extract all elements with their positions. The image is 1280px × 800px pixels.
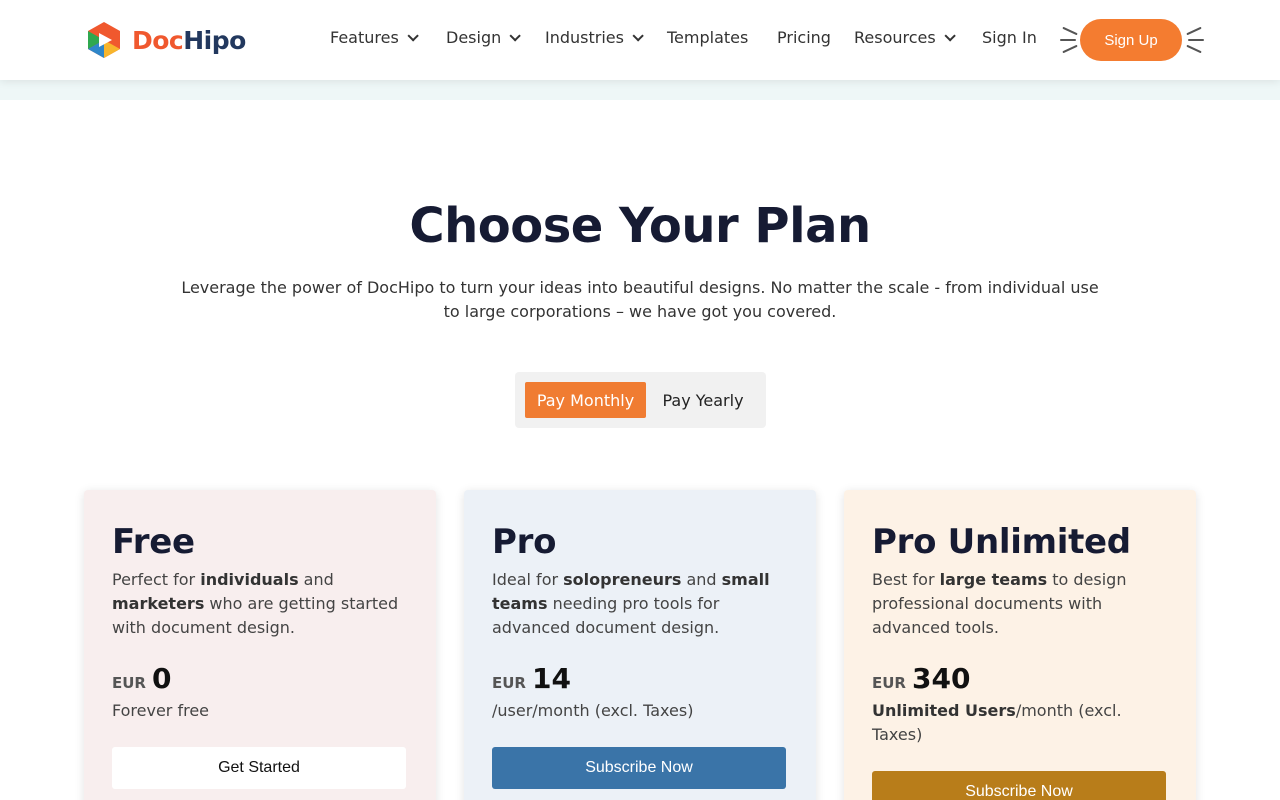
price-note-text: Forever free bbox=[112, 701, 210, 720]
nav-resources[interactable]: Resources bbox=[854, 28, 956, 47]
price-note: Unlimited Users/month (excl. Taxes) bbox=[872, 699, 1168, 747]
plan-desc-text: and bbox=[681, 570, 722, 589]
nav-design[interactable]: Design bbox=[446, 28, 522, 47]
nav-resources-label: Resources bbox=[854, 28, 936, 47]
plan-description: Ideal for solopreneurs and small teams n… bbox=[492, 568, 788, 640]
sign-in-label: Sign In bbox=[982, 28, 1037, 47]
chevron-down-icon bbox=[509, 29, 522, 42]
dochipo-play-icon bbox=[88, 22, 120, 58]
plan-desc-bold: solopreneurs bbox=[563, 570, 682, 589]
price-amount: 0 bbox=[151, 662, 172, 695]
header-divider-strip bbox=[0, 80, 1280, 100]
price-note-text: /user/month (excl. Taxes) bbox=[492, 701, 694, 720]
burst-line-icon bbox=[1062, 26, 1078, 36]
price-currency: EUR bbox=[112, 674, 146, 692]
brand-name-part2: Hipo bbox=[183, 25, 246, 55]
plan-desc-text: and bbox=[298, 570, 334, 589]
plan-description: Best for large teams to design professio… bbox=[872, 568, 1168, 640]
price-row: EUR 340 bbox=[872, 662, 1168, 695]
brand-logo[interactable]: DocHipo bbox=[84, 19, 246, 61]
brand-name: DocHipo bbox=[132, 26, 246, 55]
billing-toggle: Pay Monthly Pay Yearly bbox=[515, 372, 766, 428]
nav-sign-in[interactable]: Sign In bbox=[982, 28, 1037, 47]
price-note: Forever free bbox=[112, 699, 408, 723]
plan-desc-bold: marketers bbox=[112, 594, 205, 613]
chevron-down-icon bbox=[407, 29, 419, 42]
price-row: EUR 0 bbox=[112, 662, 408, 695]
subscribe-pro-unlimited-button[interactable]: Subscribe Now bbox=[872, 771, 1166, 800]
plan-desc-text: Ideal for bbox=[492, 570, 564, 589]
plan-desc-bold: large teams bbox=[939, 570, 1048, 589]
plan-card-pro: Pro Ideal for solopreneurs and small tea… bbox=[464, 490, 816, 800]
chevron-down-icon bbox=[632, 29, 644, 42]
plan-card-pro-unlimited: Pro Unlimited Best for large teams to de… bbox=[844, 490, 1196, 800]
plan-name: Pro Unlimited bbox=[872, 522, 1131, 562]
page-subtitle: Leverage the power of DocHipo to turn yo… bbox=[181, 278, 1099, 321]
site-header: DocHipo Features Design Industries Templ… bbox=[0, 0, 1280, 80]
plan-description: Perfect for individuals and marketers wh… bbox=[112, 568, 408, 640]
nav-templates-label: Templates bbox=[667, 28, 749, 47]
burst-line-icon bbox=[1186, 26, 1202, 36]
price-note: /user/month (excl. Taxes) bbox=[492, 699, 788, 723]
nav-pricing[interactable]: Pricing bbox=[777, 28, 831, 47]
price-amount: 340 bbox=[911, 662, 971, 695]
price-note-bold: Unlimited Users bbox=[872, 701, 1016, 720]
burst-line-icon bbox=[1060, 39, 1076, 41]
page-title: Choose Your Plan bbox=[409, 198, 871, 254]
nav-industries[interactable]: Industries bbox=[545, 28, 644, 47]
brand-name-part1: Doc bbox=[132, 25, 184, 55]
price-currency: EUR bbox=[492, 674, 526, 692]
plan-desc-text: Perfect for bbox=[112, 570, 201, 589]
subscribe-pro-button[interactable]: Subscribe Now bbox=[492, 747, 786, 789]
burst-line-icon bbox=[1062, 44, 1078, 54]
burst-line-icon bbox=[1186, 44, 1202, 54]
pay-yearly-button[interactable]: Pay Yearly bbox=[651, 382, 755, 418]
nav-design-label: Design bbox=[446, 28, 502, 47]
nav-templates[interactable]: Templates bbox=[667, 28, 748, 47]
signup-button[interactable]: Sign Up bbox=[1080, 19, 1182, 61]
nav-industries-label: Industries bbox=[545, 28, 624, 47]
nav-features[interactable]: Features bbox=[330, 28, 419, 47]
plan-desc-text: Best for bbox=[872, 570, 940, 589]
pay-monthly-button[interactable]: Pay Monthly bbox=[525, 382, 646, 418]
burst-line-icon bbox=[1188, 39, 1204, 41]
nav-pricing-label: Pricing bbox=[777, 28, 831, 47]
plan-name: Free bbox=[112, 522, 195, 562]
plan-card-free: Free Perfect for individuals and markete… bbox=[84, 490, 436, 800]
price-amount: 14 bbox=[531, 662, 571, 695]
plan-name: Pro bbox=[492, 522, 557, 562]
nav-features-label: Features bbox=[330, 28, 399, 47]
price-row: EUR 14 bbox=[492, 662, 788, 695]
plan-desc-bold: individuals bbox=[200, 570, 299, 589]
get-started-button[interactable]: Get Started bbox=[112, 747, 406, 789]
chevron-down-icon bbox=[944, 29, 956, 42]
price-currency: EUR bbox=[872, 674, 906, 692]
signup-wrapper: Sign Up bbox=[1058, 18, 1204, 62]
